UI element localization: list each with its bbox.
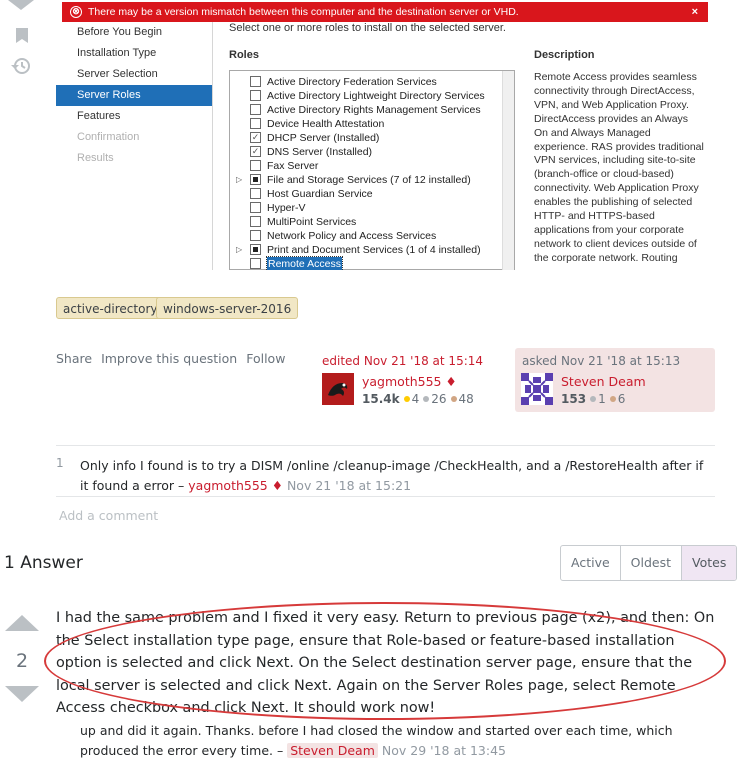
- role-label: DNS Server (Installed): [267, 146, 373, 158]
- silver-badge-icon: [590, 396, 597, 402]
- role-checkbox[interactable]: [250, 90, 261, 101]
- wizard-nav-item-selected[interactable]: Server Roles: [56, 85, 212, 106]
- add-comment-link[interactable]: Add a comment: [59, 508, 158, 523]
- question-screenshot: ⊗ There may be a version mismatch betwee…: [56, 0, 710, 270]
- wizard-nav-item: Confirmation: [77, 131, 140, 143]
- wizard-nav-item: Results: [77, 152, 114, 164]
- divider: [212, 22, 213, 270]
- wizard-nav-item[interactable]: Before You Begin: [56, 22, 212, 43]
- role-label: Host Guardian Service: [267, 188, 373, 200]
- role-label: DHCP Server (Installed): [267, 132, 380, 144]
- tag-active-directory[interactable]: active-directory: [56, 297, 165, 319]
- comment-score: 1: [56, 456, 64, 470]
- upvote-icon[interactable]: [5, 615, 39, 631]
- comment-body: Only info I found is to try a DISM /onli…: [80, 456, 710, 496]
- error-banner: ⊗ There may be a version mismatch betwee…: [62, 2, 708, 22]
- asked-time: asked Nov 21 '18 at 15:13: [522, 354, 681, 368]
- downvote-icon[interactable]: [5, 686, 39, 702]
- role-checkbox[interactable]: [250, 216, 261, 227]
- divider: [56, 445, 715, 446]
- role-label: Device Health Attestation: [267, 118, 385, 130]
- improve-question-link[interactable]: Improve this question: [101, 351, 237, 366]
- sort-tabs: Active Oldest Votes: [560, 545, 738, 581]
- role-checkbox[interactable]: [250, 160, 261, 171]
- comment-date[interactable]: Nov 29 '18 at 13:45: [382, 743, 506, 758]
- role-label: Remote Access: [266, 256, 343, 270]
- wizard-instruction: Select one or more roles to install on t…: [229, 22, 506, 34]
- follow-link[interactable]: Follow: [246, 351, 285, 366]
- roles-list[interactable]: Active Directory Federation Services Acti…: [229, 70, 515, 270]
- tab-oldest[interactable]: Oldest: [621, 546, 683, 580]
- silver-badge-icon: [423, 396, 430, 402]
- comment-date[interactable]: Nov 21 '18 at 15:21: [287, 478, 411, 493]
- role-checkbox[interactable]: [250, 258, 261, 269]
- role-label: Active Directory Lightweight Directory S…: [267, 90, 485, 102]
- tab-active[interactable]: Active: [561, 546, 621, 580]
- error-icon: ⊗: [70, 6, 82, 18]
- role-checkbox[interactable]: [250, 188, 261, 199]
- wizard-nav: Before You Begin Installation Type Serve…: [56, 22, 212, 169]
- scrollbar[interactable]: [502, 71, 514, 270]
- asker-card: asked Nov 21 '18 at 15:13 Steven Deam 15…: [515, 348, 715, 412]
- description-heading: Description: [534, 49, 595, 61]
- avatar[interactable]: [521, 373, 553, 405]
- wizard-nav-item[interactable]: Features: [56, 106, 212, 127]
- gold-badge-icon: [403, 396, 410, 402]
- bookmark-icon[interactable]: [16, 28, 28, 43]
- tag-windows-server-2016[interactable]: windows-server-2016: [156, 297, 299, 319]
- role-label: Print and Document Services (1 of 4 inst…: [267, 244, 481, 256]
- moderator-diamond-icon: ♦: [445, 374, 457, 389]
- annotation-ellipse: [44, 602, 726, 720]
- role-label: Hyper-V: [267, 202, 306, 214]
- divider: [56, 496, 715, 497]
- answers-heading: 1 Answer: [4, 553, 83, 573]
- moderator-diamond-icon: ♦: [271, 478, 283, 493]
- tab-votes[interactable]: Votes: [682, 546, 737, 580]
- role-description: Remote Access provides seamless connecti…: [534, 71, 704, 264]
- role-label: Fax Server: [267, 160, 319, 172]
- wizard-nav-item[interactable]: Server Selection: [56, 64, 212, 85]
- asker-name[interactable]: Steven Deam: [561, 374, 646, 389]
- bronze-badge-icon: [450, 396, 457, 402]
- role-checkbox[interactable]: ✓: [250, 132, 261, 143]
- role-label: File and Storage Services (7 of 12 insta…: [267, 174, 471, 186]
- role-checkbox[interactable]: [250, 174, 261, 185]
- edited-time[interactable]: edited Nov 21 '18 at 15:14: [322, 354, 483, 368]
- editor-name[interactable]: yagmoth555 ♦: [362, 374, 457, 389]
- role-label: Network Policy and Access Services: [267, 230, 437, 242]
- expand-icon[interactable]: ▷: [236, 243, 242, 257]
- history-icon[interactable]: [11, 57, 31, 75]
- role-checkbox[interactable]: [250, 244, 261, 255]
- role-checkbox[interactable]: [250, 76, 261, 87]
- answer-comment: up and did it again. Thanks. before I ha…: [80, 721, 716, 761]
- vote-down-icon[interactable]: [8, 0, 34, 10]
- role-label: Active Directory Federation Services: [267, 76, 437, 88]
- editor-card: edited Nov 21 '18 at 15:14 yagmoth555 ♦ …: [316, 348, 496, 412]
- bronze-badge-icon: [609, 396, 616, 402]
- role-checkbox[interactable]: [250, 202, 261, 213]
- role-checkbox[interactable]: [250, 104, 261, 115]
- role-checkbox[interactable]: [250, 118, 261, 129]
- editor-reputation: 15.4k 4 26 48: [362, 392, 474, 406]
- error-text: There may be a version mismatch between …: [88, 6, 519, 18]
- wizard-nav-item[interactable]: Installation Type: [56, 43, 212, 64]
- avatar[interactable]: [322, 373, 354, 405]
- comment-user-link[interactable]: yagmoth555: [188, 478, 268, 493]
- role-label: Active Directory Rights Management Servi…: [267, 104, 481, 116]
- post-menu: Share Improve this question Follow: [56, 351, 290, 366]
- role-label: MultiPoint Services: [267, 216, 357, 228]
- comment-user-link[interactable]: Steven Deam: [287, 743, 378, 758]
- close-icon[interactable]: ×: [692, 2, 698, 22]
- answer-score: 2: [15, 650, 29, 672]
- role-checkbox[interactable]: [250, 230, 261, 241]
- roles-heading: Roles: [229, 49, 259, 61]
- asker-reputation: 153 1 6: [561, 392, 626, 406]
- share-link[interactable]: Share: [56, 351, 92, 366]
- expand-icon[interactable]: ▷: [236, 173, 242, 187]
- role-checkbox[interactable]: ✓: [250, 146, 261, 157]
